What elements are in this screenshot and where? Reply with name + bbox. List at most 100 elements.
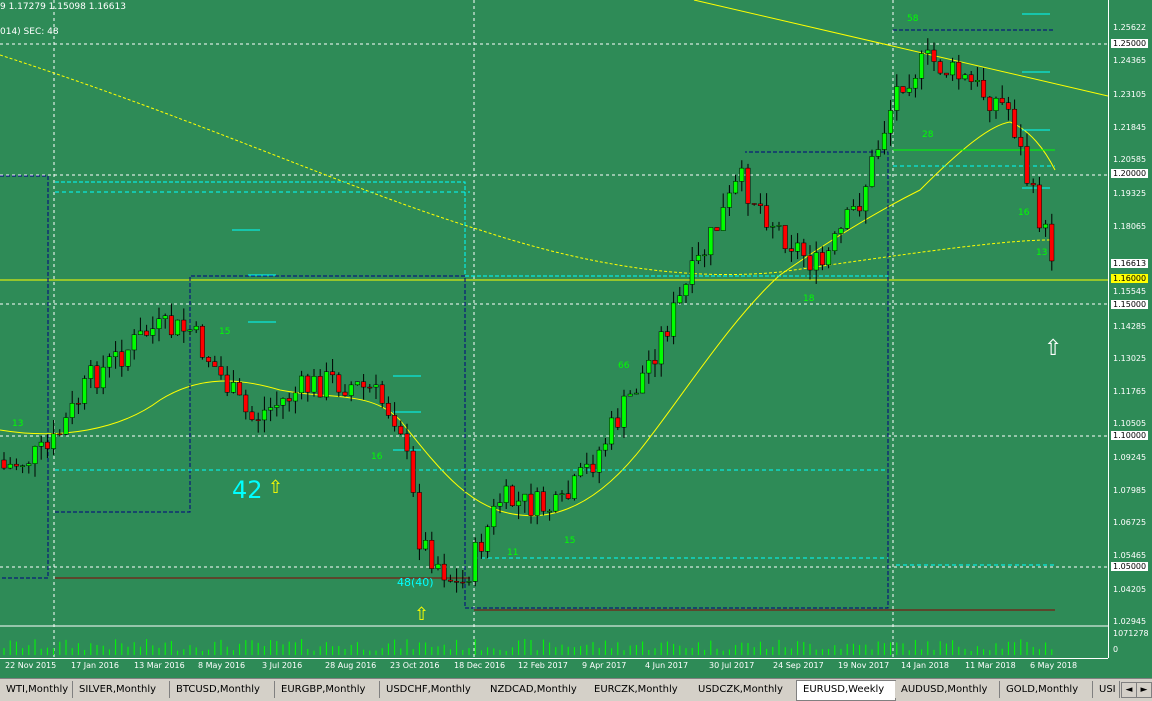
candle-body xyxy=(881,132,887,150)
candle-body xyxy=(894,86,900,111)
date-label: 8 May 2016 xyxy=(198,661,246,670)
channel-box xyxy=(0,175,49,579)
chart-canvas[interactable] xyxy=(0,0,1109,658)
date-label: 4 Jun 2017 xyxy=(645,661,689,670)
candle-body xyxy=(497,502,503,507)
candle-body xyxy=(770,225,776,228)
candle-body xyxy=(460,581,466,584)
candle-body xyxy=(652,360,658,365)
tab-usdczk[interactable]: USDCZK,Monthly xyxy=(692,681,797,698)
level-tag: 1.10000 xyxy=(1111,431,1149,440)
candle-body xyxy=(75,403,81,405)
tab-btcusd[interactable]: BTCUSD,Monthly xyxy=(170,681,275,698)
candle-body xyxy=(764,205,770,228)
level-tag: 1.15545 xyxy=(1111,287,1149,296)
candle-body xyxy=(57,433,63,436)
price-label: 1.02945 xyxy=(1113,617,1147,626)
candle-body xyxy=(113,351,119,358)
candle-body xyxy=(602,443,608,451)
price-label: 1.06725 xyxy=(1113,518,1147,527)
tab-nzdcad[interactable]: NZDCAD,Monthly xyxy=(484,681,589,698)
candle-body xyxy=(683,284,689,297)
candle-body xyxy=(627,393,633,397)
candle-body xyxy=(472,542,478,582)
candle-body xyxy=(943,72,949,76)
tab-eurczk[interactable]: EURCZK,Monthly xyxy=(588,681,693,698)
candle-body xyxy=(962,74,968,80)
candle-body xyxy=(429,540,435,569)
candle-body xyxy=(478,542,484,552)
tab-silver[interactable]: SILVER,Monthly xyxy=(73,681,170,698)
tab-gold[interactable]: GOLD,Monthly xyxy=(1000,681,1093,698)
scroll-right-button[interactable]: ► xyxy=(1136,682,1152,698)
date-label: 18 Dec 2016 xyxy=(454,661,506,670)
candle-body xyxy=(491,505,497,528)
channel-box xyxy=(55,181,888,277)
candle-body xyxy=(875,149,881,157)
candle-body xyxy=(615,417,621,428)
scroll-left-button[interactable]: ◄ xyxy=(1121,682,1137,698)
candle-body xyxy=(317,376,323,398)
candle-body xyxy=(844,209,850,229)
candle-body xyxy=(379,384,385,404)
candle-body xyxy=(1005,102,1011,110)
candle-body xyxy=(144,330,150,336)
candle-body xyxy=(175,319,181,336)
tab-usdchf[interactable]: USDCHF,Monthly xyxy=(380,681,485,698)
chart-tabs: WTI,Monthly SILVER,Monthly BTCUSD,Monthl… xyxy=(0,678,1152,701)
candle-body xyxy=(162,315,168,320)
price-label: 1.14285 xyxy=(1113,322,1147,331)
price-chart[interactable]: 9 1.17279 1.15098 1.16613 014) SEC: 48 4… xyxy=(0,0,1109,658)
candle-body xyxy=(565,493,571,499)
candle-body xyxy=(708,227,714,256)
up-arrow-icon: ⇧ xyxy=(1044,336,1063,361)
candle-body xyxy=(751,203,757,205)
candle-body xyxy=(857,206,863,212)
candle-body xyxy=(640,372,646,394)
candle-body xyxy=(714,227,720,231)
candle-body xyxy=(1,459,7,469)
candle-body xyxy=(286,398,292,402)
candle-body xyxy=(330,371,336,376)
candle-body xyxy=(528,493,534,516)
candle-body xyxy=(974,80,980,82)
price-label: 1.09245 xyxy=(1113,453,1147,462)
candle-body xyxy=(20,465,26,467)
tab-eurusd-active[interactable]: EURUSD,Weekly xyxy=(796,680,896,701)
tab-wti[interactable]: WTI,Monthly xyxy=(0,681,73,698)
time-axis[interactable]: 22 Nov 2015 17 Jan 2016 13 Mar 2016 8 Ma… xyxy=(0,658,1108,679)
count-sub-label: 48(40) xyxy=(397,576,434,589)
level-tag: 1.25000 xyxy=(1111,39,1149,48)
price-label: 1.13025 xyxy=(1113,354,1147,363)
candle-body xyxy=(69,403,75,418)
candle-body xyxy=(695,255,701,261)
candle-body xyxy=(981,80,987,98)
candle-body xyxy=(1018,137,1024,147)
level-tag: 1.16000 xyxy=(1111,274,1149,283)
candle-body xyxy=(950,61,956,76)
tab-usi[interactable]: USI xyxy=(1093,681,1120,698)
candle-body xyxy=(94,365,100,389)
price-axis[interactable]: 1.25622 1.24365 1.23105 1.21845 1.20585 … xyxy=(1108,0,1152,658)
candle-body xyxy=(485,526,491,552)
candle-body xyxy=(292,392,298,402)
candle-body xyxy=(782,225,788,249)
candle-body xyxy=(919,53,925,79)
candle-body xyxy=(299,375,305,394)
candle-body xyxy=(547,510,553,513)
tab-audusd[interactable]: AUDUSD,Monthly xyxy=(895,681,1000,698)
candle-body xyxy=(392,415,398,427)
volume-label: 0 xyxy=(1113,645,1119,654)
chart-annotation: 13 xyxy=(12,419,24,429)
date-label: 12 Feb 2017 xyxy=(518,661,568,670)
candle-body xyxy=(100,366,106,389)
tab-eurgbp[interactable]: EURGBP,Monthly xyxy=(275,681,380,698)
candle-body xyxy=(999,97,1005,103)
date-label: 22 Nov 2015 xyxy=(5,661,57,670)
candle-body xyxy=(522,493,528,502)
price-label: 1.23105 xyxy=(1113,90,1147,99)
candle-body xyxy=(553,494,559,512)
chart-annotation: 58 xyxy=(907,14,919,24)
candle-body xyxy=(1030,183,1036,186)
candle-body xyxy=(131,334,137,351)
